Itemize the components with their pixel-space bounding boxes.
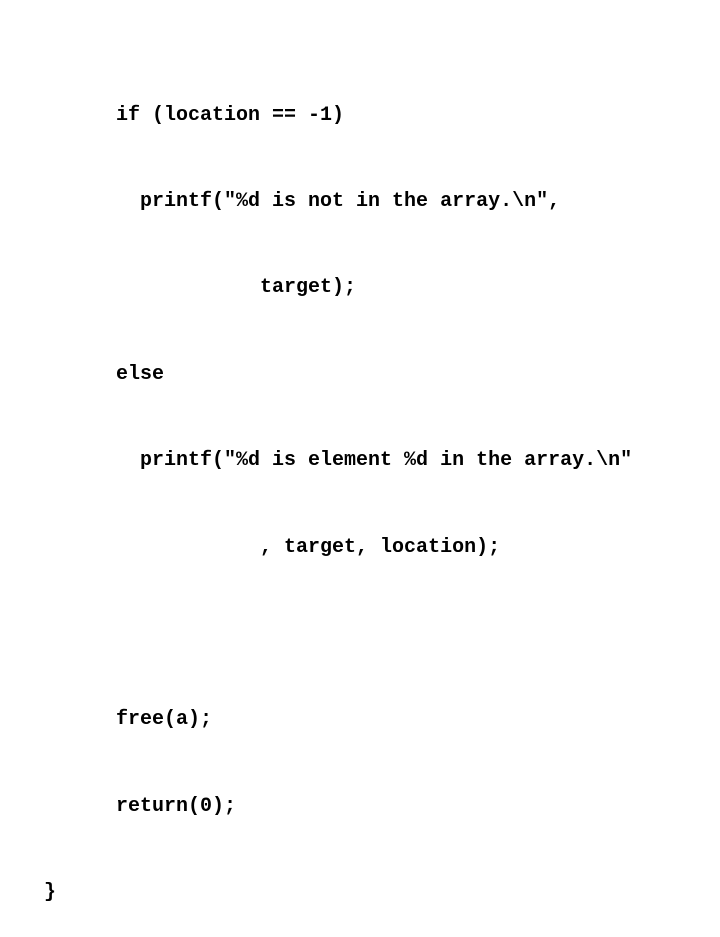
code-line-printf-not-found-args: target); xyxy=(44,276,357,300)
code-line-printf-found: printf("%d is element %d in the array.\n… xyxy=(44,449,633,473)
code-line-return: return(0); xyxy=(44,794,237,818)
code-line-printf-found-args: , target, location); xyxy=(44,535,501,559)
code-line-closing-brace: } xyxy=(44,881,57,905)
code-line-if-location: if (location == -1) xyxy=(44,103,345,127)
code-line-printf-not-found: printf("%d is not in the array.\n", xyxy=(44,189,561,213)
code-line-free: free(a); xyxy=(44,708,213,732)
code-line-else: else xyxy=(44,362,165,386)
code-block: if (location == -1) printf("%d is not in… xyxy=(44,44,632,937)
